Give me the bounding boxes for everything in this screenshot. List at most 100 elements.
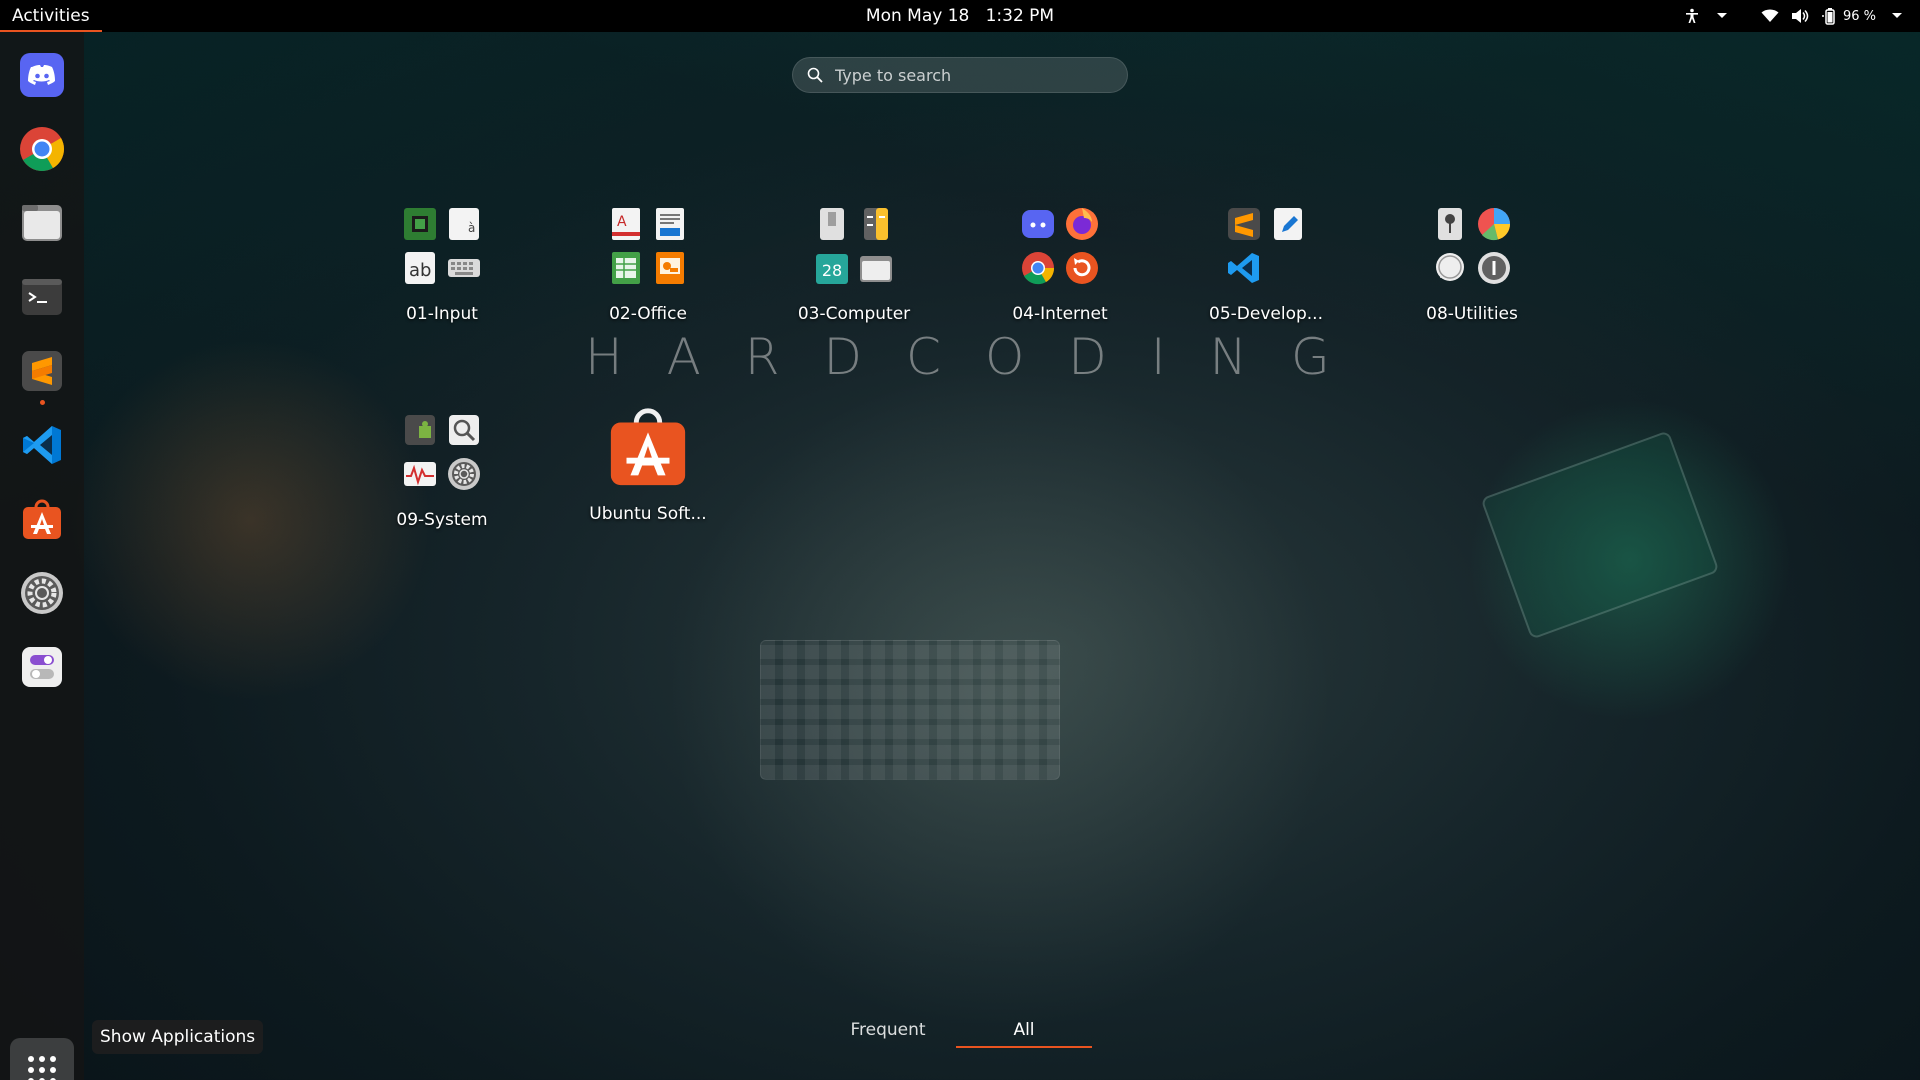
chat-icon [1428,246,1472,290]
writer-icon [648,202,692,246]
sublime-text-icon [1222,202,1266,246]
battery-percentage: 96 % [1842,8,1876,24]
calendar-icon: 28 [810,246,854,290]
folder-label: 09-System [396,510,488,530]
system-tray[interactable]: 96 % [1683,0,1906,32]
terminal-icon [22,279,62,315]
dock-ubuntu-software[interactable] [17,494,67,544]
folder-label: 01-Input [406,304,478,324]
text-spell-icon: ab [398,246,442,290]
folder-label: 05-Develop... [1209,304,1323,324]
discord-icon [1016,202,1060,246]
folder-label: 02-Office [609,304,687,324]
top-bar: Activities Mon May 18 1:32 PM 96 % [0,0,1920,32]
settings-icon [21,572,63,614]
usb-icon [810,202,854,246]
dock-files[interactable] [17,198,67,248]
folder-09-system[interactable]: 09-System [372,398,512,538]
folder-01-input[interactable]: à ab 01-Input [372,192,512,332]
folder-label: 08-Utilities [1426,304,1518,324]
dock-sublime-text[interactable] [17,346,67,396]
info-icon [1472,246,1516,290]
view-tabs: Frequent All [820,1012,1092,1048]
folder-preview: 28 [810,202,898,290]
grid-icon [28,1056,56,1080]
volume-icon [1791,7,1809,25]
folder-preview [1016,202,1104,290]
folder-02-office[interactable]: A 02-Office [578,192,718,332]
vscode-icon [23,426,61,464]
character-map-icon: à [442,202,486,246]
settings-icon [442,452,486,496]
extension-icon [398,408,442,452]
calc-icon [604,246,648,290]
folder-preview [1428,202,1516,290]
running-indicator [40,400,45,405]
folder-preview: A [604,202,692,290]
files-icon [22,205,62,241]
blank-icon [1266,246,1310,290]
clock-date: Mon May 18 [865,6,970,26]
app-ubuntu-software[interactable]: Ubuntu Soft... [578,392,718,532]
battery-icon [1821,7,1839,25]
tweaks-icon [22,647,62,687]
dock-discord[interactable] [17,50,67,100]
chrome-icon [20,127,64,171]
tab-frequent[interactable]: Frequent [820,1012,956,1048]
folder-preview: à ab [398,202,486,290]
dock-tweaks[interactable] [17,642,67,692]
system-monitor-icon [398,452,442,496]
pie-chart-icon [1472,202,1516,246]
wallpaper-crt-monitor [1480,430,1720,640]
folder-03-computer[interactable]: 28 03-Computer [784,192,924,332]
sublime-text-icon [22,351,62,391]
wallpaper-watermark: HARDCODING [585,328,1374,386]
tab-all[interactable]: All [956,1012,1092,1048]
folder-08-utilities[interactable]: 08-Utilities [1402,192,1542,332]
chevron-down-icon[interactable] [1713,7,1731,25]
dock [0,32,84,1080]
folder-icon [854,246,898,290]
document-viewer-icon: A [604,202,648,246]
ubuntu-software-icon [604,402,692,490]
wifi-icon [1761,7,1779,25]
search-icon [807,67,823,83]
ubuntu-software-icon [23,499,61,539]
firefox-icon [1060,202,1104,246]
accessibility-icon[interactable] [1683,7,1701,25]
show-applications-button[interactable] [10,1038,74,1080]
folder-preview [398,408,486,496]
folder-05-develop[interactable]: 05-Develop... [1196,192,1336,332]
search-box[interactable] [792,57,1128,93]
wallpaper-keyboard [760,640,1060,780]
app-label: Ubuntu Soft... [589,504,707,524]
dock-vscode[interactable] [17,420,67,470]
vscode-icon [1222,246,1266,290]
folder-label: 04-Internet [1012,304,1108,324]
clock-button[interactable]: Mon May 18 1:32 PM [866,6,1054,26]
calculator-icon [854,202,898,246]
folder-04-internet[interactable]: 04-Internet [990,192,1130,332]
dock-settings[interactable] [17,568,67,618]
folder-label: 03-Computer [797,304,911,324]
svg-text:ab: ab [409,260,431,281]
svg-text:A: A [617,214,627,230]
update-icon [1060,246,1104,290]
svg-text:à: à [468,221,475,235]
folder-preview [1222,202,1310,290]
search-input[interactable] [835,65,1105,85]
chip-icon [398,202,442,246]
impress-icon [648,246,692,290]
keyboard-icon [442,246,486,290]
discord-icon [20,53,64,97]
activities-button[interactable]: Activities [0,0,102,32]
dock-chrome[interactable] [17,124,67,174]
text-editor-icon [1266,202,1310,246]
svg-text:28: 28 [822,261,842,280]
clock: Mon May 18 1:32 PM [0,0,1920,32]
show-applications-tooltip: Show Applications [92,1020,264,1054]
system-menu-chevron-icon[interactable] [1888,7,1906,25]
magnifier-icon [442,408,486,452]
clock-time: 1:32 PM [985,6,1055,26]
dock-terminal[interactable] [17,272,67,322]
